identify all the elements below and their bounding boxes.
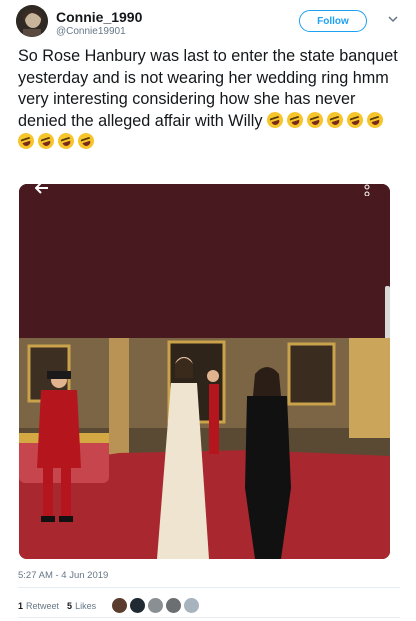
likes-count: 5: [67, 600, 73, 611]
divider: [18, 587, 400, 588]
liker-avatars: [112, 598, 202, 613]
tweet-stats: 1 Retweet 5 Likes: [18, 598, 202, 613]
liker-avatar[interactable]: [184, 598, 200, 613]
rolling-on-floor-laughing-emoji: [15, 130, 37, 152]
liker-avatar[interactable]: [166, 598, 182, 613]
rolling-on-floor-laughing-emoji: [75, 130, 97, 152]
likes-stat[interactable]: 5 Likes: [67, 601, 96, 611]
retweets-stat[interactable]: 1 Retweet: [18, 601, 59, 611]
user-handle[interactable]: @Connie19901: [56, 26, 126, 37]
tweet-header: Connie_1990 @Connie19901 Follow: [16, 5, 400, 43]
rolling-on-floor-laughing-emoji: [55, 130, 77, 152]
liker-avatar[interactable]: [130, 598, 146, 613]
back-arrow-icon[interactable]: [35, 184, 49, 194]
tweet-text: So Rose Hanbury was last to enter the st…: [15, 46, 398, 154]
tweet-timestamp[interactable]: 5:27 AM - 4 Jun 2019: [18, 570, 108, 581]
liker-avatar[interactable]: [112, 598, 128, 613]
rolling-on-floor-laughing-emoji: [304, 109, 326, 130]
user-avatar[interactable]: [16, 5, 48, 37]
rolling-on-floor-laughing-emoji: [364, 109, 386, 130]
media-dark-band: [19, 184, 390, 338]
liker-avatar[interactable]: [148, 598, 164, 613]
banquet-photo: [19, 338, 390, 559]
divider: [18, 617, 400, 618]
display-name[interactable]: Connie_1990: [56, 9, 142, 25]
chevron-down-icon[interactable]: [386, 12, 400, 26]
likes-label: Likes: [75, 600, 97, 611]
rolling-on-floor-laughing-emoji: [324, 109, 346, 130]
rolling-on-floor-laughing-emoji: [264, 109, 286, 130]
rolling-on-floor-laughing-emoji: [35, 130, 57, 152]
retweets-count: 1: [18, 600, 24, 611]
rolling-on-floor-laughing-emoji: [344, 109, 366, 130]
tweet-media[interactable]: [19, 184, 390, 559]
rolling-on-floor-laughing-emoji: [284, 109, 306, 130]
retweets-label: Retweet: [26, 600, 60, 611]
more-options-icon[interactable]: [364, 184, 370, 196]
photo-illustration: [19, 338, 390, 559]
follow-button[interactable]: Follow: [299, 10, 367, 32]
